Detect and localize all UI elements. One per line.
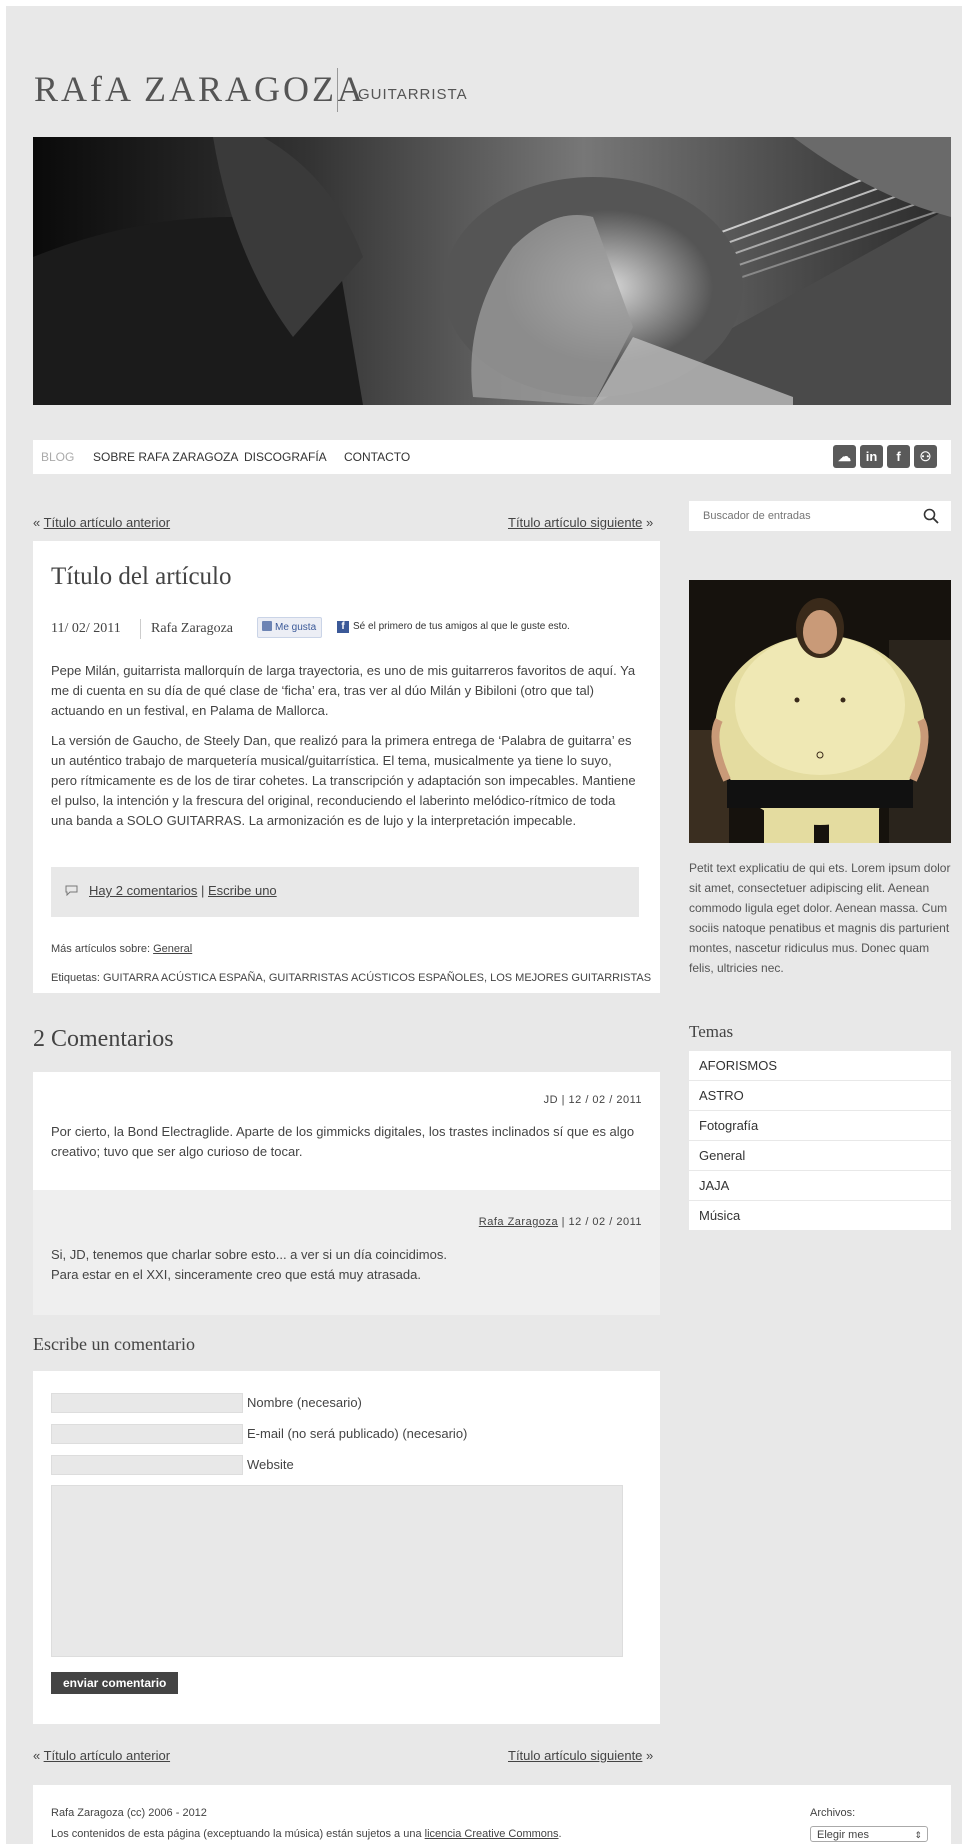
- author-photo: [689, 580, 951, 843]
- write-comment-link[interactable]: Escribe uno: [208, 883, 277, 898]
- comment-form-heading: Escribe un comentario: [33, 1334, 195, 1354]
- name-field[interactable]: [51, 1393, 243, 1413]
- email-field[interactable]: [51, 1424, 243, 1444]
- comments-summary: Hay 2 comentarios | Escribe uno: [51, 867, 639, 917]
- article-paragraph: Pepe Milán, guitarrista mallorquín de la…: [51, 663, 636, 718]
- nav-item-contacto[interactable]: CONTACTO: [344, 450, 410, 464]
- facebook-like-button[interactable]: Me gusta: [257, 617, 323, 638]
- comments-count-link[interactable]: Hay 2 comentarios: [89, 883, 197, 898]
- name-label: Nombre (necesario): [247, 1395, 362, 1410]
- site-logo[interactable]: RAfA ZARAGOZA: [34, 68, 366, 110]
- linkedin-icon[interactable]: in: [860, 445, 883, 468]
- next-post-link[interactable]: Título artículo siguiente: [508, 1748, 642, 1763]
- comment-text: Si, JD, tenemos que charlar sobre esto..…: [51, 1247, 447, 1262]
- license-end: .: [558, 1828, 562, 1840]
- thumbs-up-icon: [262, 621, 272, 631]
- meta-divider: [140, 619, 141, 639]
- myspace-icon[interactable]: ⚇: [914, 445, 937, 468]
- tema-item[interactable]: JAJA: [689, 1171, 951, 1201]
- logo-divider: [337, 68, 338, 112]
- archives-label: Archivos:: [810, 1807, 856, 1819]
- website-field[interactable]: [51, 1455, 243, 1475]
- comment-text: Por cierto, la Bond Electraglide. Aparte…: [51, 1124, 635, 1159]
- nav-item-sobre[interactable]: SOBRE RAFA ZARAGOZA: [93, 450, 238, 464]
- page: RAfA ZARAGOZA GUITARRISTA BLOG SOBRE RAF…: [6, 6, 962, 1844]
- article-card: Título del artículo 11/ 02/ 2011 Rafa Za…: [33, 541, 660, 993]
- license-text: Los contenidos de esta página (exceptuan…: [51, 1828, 425, 1840]
- comment-meta: JD | 12 / 02 / 2011: [544, 1094, 642, 1106]
- comment-meta: Rafa Zaragoza | 12 / 02 / 2011: [479, 1216, 642, 1228]
- article-tags: Etiquetas: GUITARRA ACÚSTICA ESPAÑA, GUI…: [51, 972, 651, 984]
- article-author: Rafa Zaragoza: [151, 621, 233, 636]
- soundcloud-icon[interactable]: ☁: [833, 445, 856, 468]
- next-post-nav-bottom: Título artículo siguiente »: [508, 1748, 653, 1763]
- temas-heading: Temas: [689, 1022, 734, 1041]
- next-arrow: »: [642, 1748, 654, 1763]
- facebook-icon[interactable]: f: [887, 445, 910, 468]
- footer-copyright: Rafa Zaragoza (cc) 2006 - 2012: [51, 1807, 207, 1819]
- next-post-link[interactable]: Título artículo siguiente: [508, 515, 642, 530]
- comment-author: JD: [543, 1094, 559, 1106]
- more-articles: Más artículos sobre: General: [51, 943, 192, 955]
- tema-item[interactable]: Fotografía: [689, 1111, 951, 1141]
- comment-form: Nombre (necesario) E-mail (no será publi…: [33, 1371, 660, 1724]
- comment-author-link[interactable]: Rafa Zaragoza: [479, 1216, 558, 1228]
- article-date: 11/ 02/ 2011: [51, 621, 121, 636]
- comment-date: | 12 / 02 / 2011: [558, 1216, 642, 1228]
- speech-bubble-icon: [65, 885, 78, 896]
- next-arrow: »: [642, 515, 654, 530]
- comment-text: Para estar en el XXI, sinceramente creo …: [51, 1267, 421, 1282]
- category-link[interactable]: General: [153, 943, 192, 955]
- author-bio: Petit text explicatiu de qui ets. Lorem …: [689, 861, 951, 975]
- tags-label: Etiquetas:: [51, 972, 103, 984]
- prev-post-link[interactable]: Título artículo anterior: [44, 515, 170, 530]
- temas-list: AFORISMOS ASTRO Fotografía General JAJA …: [689, 1051, 951, 1230]
- comments-separator: |: [197, 883, 208, 898]
- comment-item: JD | 12 / 02 / 2011 Por cierto, la Bond …: [33, 1072, 660, 1190]
- footer: Rafa Zaragoza (cc) 2006 - 2012 Los conte…: [33, 1785, 951, 1844]
- tema-item[interactable]: General: [689, 1141, 951, 1171]
- email-label: E-mail (no será publicado) (necesario): [247, 1426, 468, 1441]
- comments-heading: 2 Comentarios: [33, 1026, 174, 1052]
- facebook-icon: f: [337, 621, 349, 633]
- comment-textarea[interactable]: [51, 1485, 623, 1657]
- nav-item-discografia[interactable]: DISCOGRAFÍA: [244, 450, 327, 464]
- comment-item: Rafa Zaragoza | 12 / 02 / 2011 Si, JD, t…: [33, 1190, 660, 1315]
- main-nav: BLOG SOBRE RAFA ZARAGOZA DISCOGRAFÍA CON…: [33, 440, 951, 474]
- facebook-like-text: Sé el primero de tus amigos al que le gu…: [353, 621, 570, 632]
- more-articles-label: Más artículos sobre:: [51, 943, 154, 955]
- prev-post-nav-bottom: « Título artículo anterior: [33, 1748, 170, 1763]
- search-icon[interactable]: [923, 508, 939, 524]
- article-title[interactable]: Título del artículo: [51, 563, 232, 591]
- hero-guitar-image: [33, 137, 951, 405]
- like-label: Me gusta: [275, 622, 317, 633]
- article-paragraph: La versión de Gaucho, de Steely Dan, que…: [51, 733, 636, 828]
- comments-summary-text: Hay 2 comentarios | Escribe uno: [89, 883, 277, 898]
- tema-item[interactable]: AFORISMOS: [689, 1051, 951, 1081]
- submit-comment-button[interactable]: enviar comentario: [51, 1672, 179, 1694]
- site-tagline: GUITARRISTA: [358, 86, 468, 103]
- tags-list[interactable]: GUITARRA ACÚSTICA ESPAÑA, GUITARRISTAS A…: [103, 972, 651, 984]
- prev-arrow: «: [33, 515, 44, 530]
- chevron-updown-icon: ⇕: [914, 1830, 922, 1840]
- nav-item-blog[interactable]: BLOG: [41, 450, 74, 464]
- website-label: Website: [247, 1457, 294, 1472]
- footer-license: Los contenidos de esta página (exceptuan…: [51, 1828, 562, 1840]
- tema-item[interactable]: ASTRO: [689, 1081, 951, 1111]
- archives-select[interactable]: Elegir mes ⇕: [810, 1826, 928, 1842]
- prev-post-link[interactable]: Título artículo anterior: [44, 1748, 170, 1763]
- license-link[interactable]: licencia Creative Commons: [425, 1828, 559, 1840]
- next-post-nav-top: Título artículo siguiente »: [508, 515, 653, 530]
- prev-arrow: «: [33, 1748, 44, 1763]
- search-box: [689, 501, 951, 531]
- prev-post-nav-top: « Título artículo anterior: [33, 515, 170, 530]
- tema-item[interactable]: Música: [689, 1201, 951, 1230]
- search-input[interactable]: [689, 501, 923, 531]
- archives-select-value: Elegir mes: [817, 1829, 869, 1841]
- comment-date: | 12 / 02 / 2011: [558, 1094, 642, 1106]
